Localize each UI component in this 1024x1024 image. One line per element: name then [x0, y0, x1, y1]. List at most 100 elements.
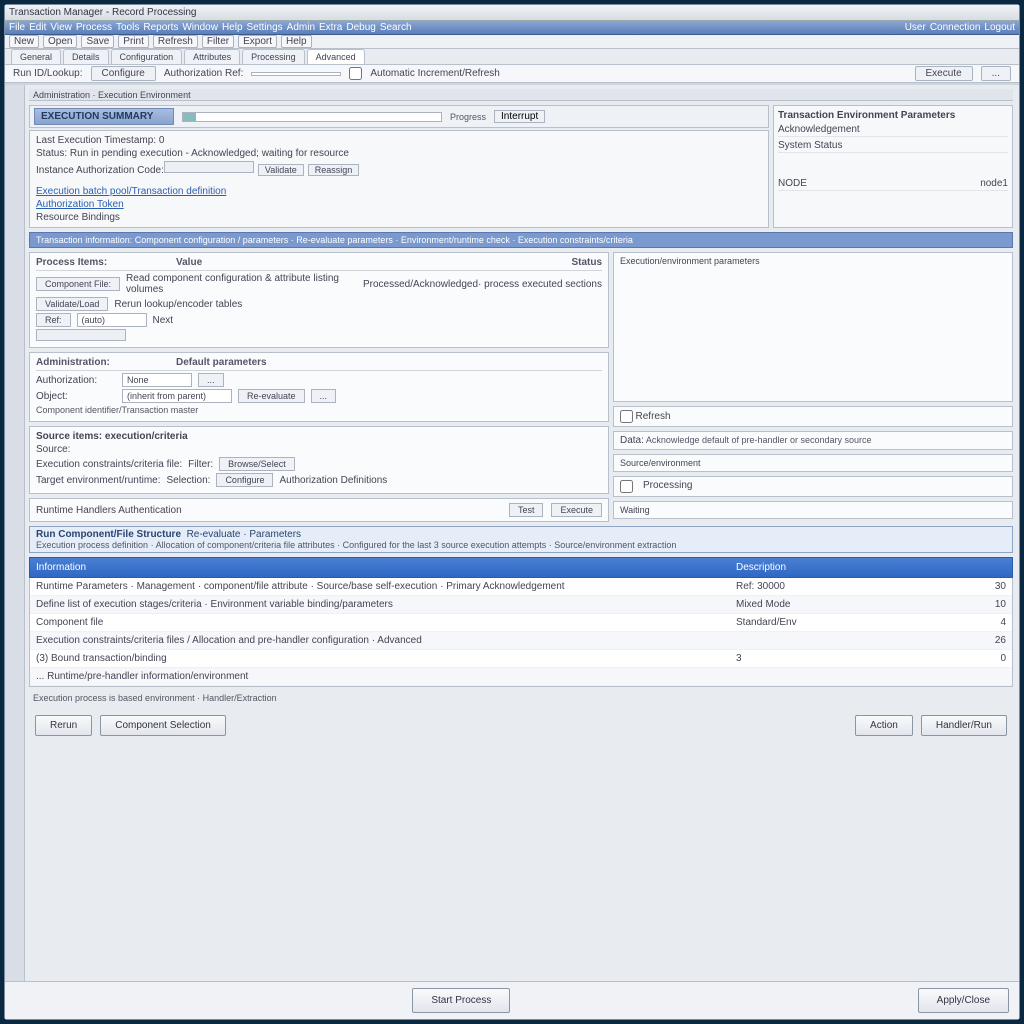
- auth-input[interactable]: [251, 72, 341, 76]
- test-button[interactable]: Test: [509, 503, 544, 517]
- execute-button[interactable]: Execute: [551, 503, 602, 517]
- info-link[interactable]: Authorization Token: [36, 199, 762, 210]
- component-selection-button[interactable]: Component Selection: [100, 715, 226, 736]
- auto-checkbox[interactable]: [349, 67, 362, 80]
- progress-label: Progress: [450, 112, 486, 122]
- source-panel: Source items: execution/criteria Source:…: [29, 426, 609, 494]
- tab-active[interactable]: Advanced: [307, 49, 365, 64]
- object-value[interactable]: (inherit from parent): [122, 389, 232, 403]
- col-header: Administration:: [36, 357, 156, 368]
- progress-bar: [182, 112, 442, 122]
- table-row[interactable]: Execution constraints/criteria files / A…: [30, 632, 1012, 650]
- tab[interactable]: Details: [63, 49, 109, 64]
- toolbar-button[interactable]: New: [9, 35, 39, 48]
- start-process-button[interactable]: Start Process: [412, 988, 510, 1013]
- toolbar-button[interactable]: Open: [43, 35, 77, 48]
- component-file-button[interactable]: Component File:: [36, 277, 120, 291]
- menu-item[interactable]: Search: [380, 22, 412, 33]
- source-env: Source/environment: [613, 454, 1013, 472]
- spare-input[interactable]: [36, 329, 126, 341]
- menu-item[interactable]: Reports: [143, 22, 178, 33]
- table-row[interactable]: ... Runtime/pre-handler information/envi…: [30, 668, 1012, 686]
- row-label: Object:: [36, 391, 116, 402]
- checkbox-label: Automatic Increment/Refresh: [370, 68, 500, 79]
- param-label: Authorization Ref:: [164, 68, 244, 79]
- more-button[interactable]: ...: [981, 66, 1011, 81]
- panel-header: Runtime Handlers Authentication: [36, 505, 501, 516]
- row-label: Authorization:: [36, 375, 116, 386]
- table-row[interactable]: (3) Bound transaction/binding30: [30, 650, 1012, 668]
- ellipsis-button[interactable]: ...: [198, 373, 224, 387]
- table-row[interactable]: Define list of execution stages/criteria…: [30, 596, 1012, 614]
- configure-button[interactable]: Configure: [216, 473, 273, 487]
- info-link[interactable]: Execution batch pool/Transaction definit…: [36, 186, 762, 197]
- menu-item[interactable]: View: [50, 22, 72, 33]
- apply-close-button[interactable]: Apply/Close: [918, 988, 1009, 1013]
- right-key: NODE: [778, 178, 807, 189]
- menu-item[interactable]: Settings: [247, 22, 283, 33]
- action-button[interactable]: Action: [855, 715, 913, 736]
- menu-item[interactable]: Extra: [319, 22, 342, 33]
- reevaluate-button[interactable]: Re-evaluate: [238, 389, 305, 403]
- refresh-row: Refresh: [613, 406, 1013, 427]
- row-label: Source:: [36, 444, 602, 455]
- banner-text: Execution process definition · Allocatio…: [36, 540, 1006, 550]
- menu-item[interactable]: Help: [222, 22, 243, 33]
- banner-title: Run Component/File Structure: [36, 529, 181, 540]
- tab[interactable]: Attributes: [184, 49, 240, 64]
- ellipsis-button[interactable]: ...: [311, 389, 337, 403]
- configure-button[interactable]: Configure: [91, 66, 156, 81]
- ref-input[interactable]: (auto): [77, 313, 147, 327]
- data-label: Data:: [620, 435, 644, 446]
- table-row[interactable]: Runtime Parameters · Management · compon…: [30, 578, 1012, 596]
- info-line: Last Execution Timestamp: 0: [36, 135, 762, 146]
- menu-item[interactable]: Edit: [29, 22, 46, 33]
- menu-item[interactable]: Admin: [287, 22, 315, 33]
- reassign-button[interactable]: Reassign: [308, 164, 360, 176]
- th: Description: [736, 562, 966, 573]
- waiting-label: Waiting: [613, 501, 1013, 519]
- validate-load-button[interactable]: Validate/Load: [36, 297, 108, 311]
- menu-item[interactable]: Process: [76, 22, 112, 33]
- menu-item[interactable]: Debug: [346, 22, 375, 33]
- toolbar-button[interactable]: Export: [238, 35, 277, 48]
- toolbar-button[interactable]: Refresh: [153, 35, 198, 48]
- right-row: Acknowledgement: [778, 124, 860, 135]
- tab[interactable]: General: [11, 49, 61, 64]
- toolbar-button[interactable]: Filter: [202, 35, 234, 48]
- footer-bar: Start Process Apply/Close: [5, 981, 1019, 1019]
- tab[interactable]: Processing: [242, 49, 305, 64]
- validate-button[interactable]: Validate: [258, 164, 304, 176]
- execute-button[interactable]: Execute: [915, 66, 973, 81]
- toolbar: New Open Save Print Refresh Filter Expor…: [5, 35, 1019, 49]
- menu-item[interactable]: File: [9, 22, 25, 33]
- processing-checkbox[interactable]: [620, 480, 633, 493]
- toolbar-button[interactable]: Help: [281, 35, 312, 48]
- app-window: Transaction Manager - Record Processing …: [4, 4, 1020, 1020]
- info-label: Instance Authorization Code:: [36, 165, 164, 176]
- info-line: Resource Bindings: [36, 212, 762, 223]
- rerun-button[interactable]: Rerun: [35, 715, 92, 736]
- table-row[interactable]: Component fileStandard/Env4: [30, 614, 1012, 632]
- auth-code-input[interactable]: [164, 161, 254, 173]
- ref-button[interactable]: Ref:: [36, 313, 71, 327]
- refresh-checkbox[interactable]: [620, 410, 633, 423]
- browse-button[interactable]: Browse/Select: [219, 457, 295, 471]
- param-label: Run ID/Lookup:: [13, 68, 83, 79]
- auth-value[interactable]: None: [122, 373, 192, 387]
- menu-right[interactable]: Logout: [984, 22, 1015, 33]
- row-label: Execution constraints/criteria file:: [36, 459, 182, 470]
- admin-panel: Administration:Default parameters Author…: [29, 352, 609, 422]
- menu-right[interactable]: Connection: [930, 22, 981, 33]
- menu-item[interactable]: Tools: [116, 22, 139, 33]
- interrupt-button[interactable]: Interrupt: [494, 110, 545, 123]
- menu-right[interactable]: User: [905, 22, 926, 33]
- breadcrumb: Administration · Execution Environment: [29, 89, 1013, 101]
- data-note: Acknowledge default of pre-handler or se…: [646, 435, 872, 445]
- toolbar-button[interactable]: Save: [81, 35, 114, 48]
- menu-item[interactable]: Window: [182, 22, 218, 33]
- handler-run-button[interactable]: Handler/Run: [921, 715, 1007, 736]
- tab[interactable]: Configuration: [111, 49, 183, 64]
- row-text: Read component configuration & attribute…: [126, 273, 357, 295]
- toolbar-button[interactable]: Print: [118, 35, 149, 48]
